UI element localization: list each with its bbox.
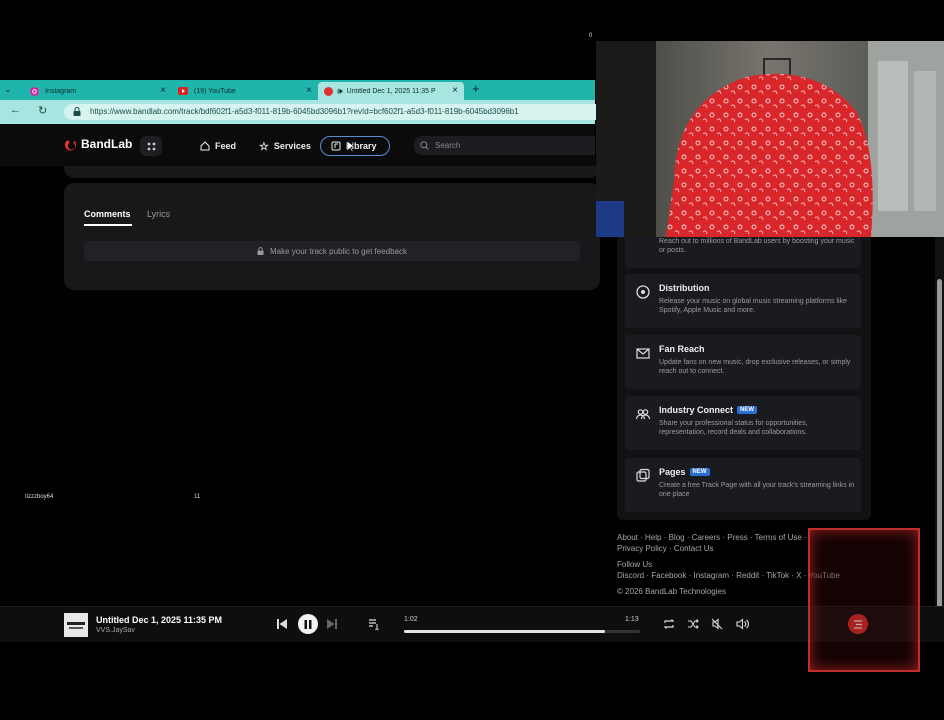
search-placeholder: Search xyxy=(435,141,461,150)
stream-username: tizzzboy64 xyxy=(25,494,54,500)
service-title: Pages NEW xyxy=(659,467,710,477)
grid-icon xyxy=(147,142,156,151)
service-pages[interactable]: Pages NEW Create a free Track Page with a… xyxy=(625,458,861,512)
cam-counter: 0 xyxy=(589,33,593,39)
tab-list-chevron-icon[interactable]: ⌄ xyxy=(4,84,12,95)
tab-label: (19) YouTube xyxy=(194,87,236,95)
stream-count: 11 xyxy=(194,494,201,500)
speaker-icon: 🕪 xyxy=(337,85,343,96)
service-title-text: Distribution xyxy=(659,283,710,293)
page-scrollbar[interactable] xyxy=(935,237,944,642)
queue-icon[interactable] xyxy=(368,618,380,630)
service-desc: Release your music on global music strea… xyxy=(659,298,847,314)
service-desc: Update fans on new music, drop exclusive… xyxy=(659,359,851,375)
tab-bandlab[interactable]: 🕪 Untitled Dec 1, 2025 11:35 P × xyxy=(318,82,464,100)
comments-panel: Comments Lyrics Make your track public t… xyxy=(64,183,600,290)
new-badge: NEW xyxy=(737,406,758,414)
service-title-text: Industry Connect xyxy=(659,405,734,415)
star-icon: ☆ xyxy=(259,140,269,153)
youtube-icon xyxy=(178,87,188,95)
scrollbar-thumb[interactable] xyxy=(937,279,942,639)
progress-bar[interactable] xyxy=(404,630,640,633)
reload-icon[interactable]: ↻ xyxy=(38,104,47,117)
total-time: 1:13 xyxy=(625,616,639,623)
previous-icon[interactable] xyxy=(276,618,288,630)
address-bar: ← ↻ https://www.bandlab.com/track/bdf602… xyxy=(0,100,604,124)
bandlab-icon xyxy=(324,86,333,96)
tab-comments[interactable]: Comments xyxy=(84,209,131,219)
url-field[interactable]: https://www.bandlab.com/track/bdf602f1-a… xyxy=(64,104,604,120)
close-tab-icon[interactable]: × xyxy=(306,85,312,96)
active-tab-indicator xyxy=(84,224,132,226)
track-artwork[interactable] xyxy=(64,613,88,637)
new-badge: NEW xyxy=(689,468,710,476)
home-icon xyxy=(200,141,210,151)
service-distribution[interactable]: Distribution Release your music on globa… xyxy=(625,274,861,328)
lock-icon xyxy=(257,247,264,255)
mouse-cursor-icon xyxy=(347,141,355,153)
instagram-icon xyxy=(30,86,39,96)
apps-grid-button[interactable] xyxy=(140,136,162,156)
pause-icon xyxy=(304,619,312,629)
tab-label: Untitled Dec 1, 2025 11:35 P xyxy=(346,87,436,95)
library-icon xyxy=(331,141,341,151)
service-title: Distribution xyxy=(659,283,710,293)
stream-alert-frame xyxy=(808,528,920,672)
audio-player-bar: Untitled Dec 1, 2025 11:35 PM VVS.JaySav… xyxy=(0,606,944,642)
brand-name: BandLab xyxy=(81,137,133,151)
tab-lyrics[interactable]: Lyrics xyxy=(147,209,170,219)
pages-icon xyxy=(635,468,651,484)
service-industry-connect[interactable]: Industry Connect NEW Share your professio… xyxy=(625,396,861,450)
service-title: Fan Reach xyxy=(659,344,705,354)
bandlab-logo-icon xyxy=(64,138,77,151)
track-card-bottom-edge xyxy=(64,166,600,178)
url-text: https://www.bandlab.com/track/bdf602f1-a… xyxy=(90,107,519,116)
feedback-notice-text: Make your track public to get feedback xyxy=(270,246,407,256)
nav-feed[interactable]: Feed xyxy=(200,136,236,156)
tab-label: Instagram xyxy=(45,87,77,95)
webcam-overlay xyxy=(596,41,944,237)
service-fan-reach[interactable]: Fan Reach Update fans on new music, drop… xyxy=(625,335,861,389)
bandlab-logo[interactable]: BandLab xyxy=(64,137,132,151)
pause-button[interactable] xyxy=(298,614,318,634)
no-autoplay-icon[interactable] xyxy=(711,618,723,630)
service-desc: Create a free Track Page with all your t… xyxy=(659,482,855,498)
browser-tab-bar: ⌄ Instagram × (19) YouTube × 🕪 Untitled … xyxy=(0,80,595,100)
service-title-text: Pages xyxy=(659,467,686,477)
track-title[interactable]: Untitled Dec 1, 2025 11:35 PM xyxy=(96,615,222,625)
track-artist[interactable]: VVS.JaySav xyxy=(96,627,135,634)
webcam-feed-image xyxy=(596,41,944,237)
tab-instagram[interactable]: Instagram × xyxy=(24,82,172,100)
back-arrow-icon[interactable]: ← xyxy=(10,104,21,116)
search-input[interactable]: Search xyxy=(414,136,595,155)
tab-youtube[interactable]: (19) YouTube × xyxy=(172,82,318,100)
next-icon[interactable] xyxy=(326,618,338,630)
elapsed-time: 1:02 xyxy=(404,616,418,623)
people-icon xyxy=(635,406,651,422)
distribution-icon xyxy=(635,284,651,300)
repeat-icon[interactable] xyxy=(663,618,675,630)
new-tab-plus-icon[interactable]: + xyxy=(472,81,480,96)
close-tab-icon[interactable]: × xyxy=(160,85,166,96)
service-title: Industry Connect NEW xyxy=(659,405,758,415)
close-tab-icon[interactable]: × xyxy=(452,85,458,96)
feedback-notice: Make your track public to get feedback xyxy=(84,241,580,261)
lock-icon xyxy=(73,107,81,116)
progress-fill xyxy=(404,630,605,633)
service-boost-desc: Reach out to millions of BandLab users b… xyxy=(659,238,855,254)
mail-icon xyxy=(635,345,651,361)
nav-feed-label: Feed xyxy=(215,141,237,151)
nav-services-label: Services xyxy=(273,141,311,151)
shuffle-icon[interactable] xyxy=(687,618,699,630)
volume-icon[interactable] xyxy=(736,618,749,630)
bandlab-header: BandLab Feed ☆ Services Library Search xyxy=(0,124,595,166)
search-icon xyxy=(420,141,429,150)
service-title-text: Fan Reach xyxy=(659,344,705,354)
service-desc: Share your professional status for oppor… xyxy=(659,420,808,436)
nav-services[interactable]: ☆ Services xyxy=(259,136,311,156)
